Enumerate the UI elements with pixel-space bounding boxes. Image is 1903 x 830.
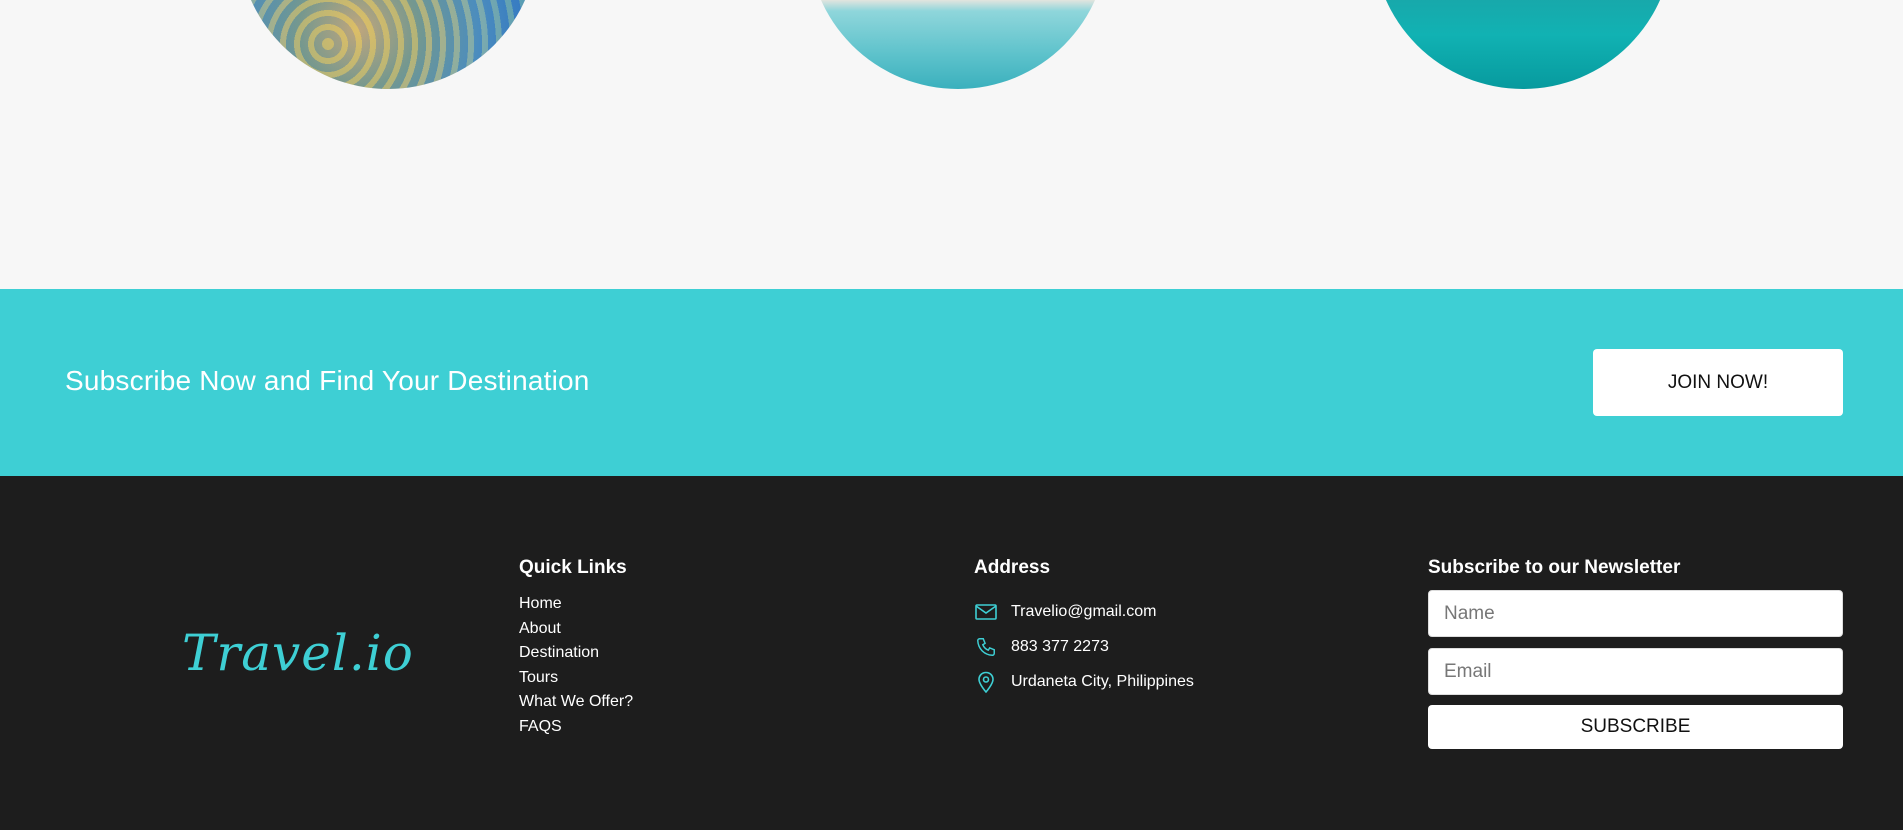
address-phone-row: 883 377 2273 [974, 629, 1194, 664]
address-list: Travelio@gmail.com 883 377 2273 Urdaneta… [974, 594, 1194, 699]
banner-title: Subscribe Now and Find Your Destination [65, 365, 590, 396]
address-location: Urdaneta City, Philippines [1011, 672, 1194, 690]
phone-icon [974, 635, 998, 659]
subscribe-banner: Subscribe Now and Find Your Destination … [0, 289, 1903, 476]
quick-link-about[interactable]: About [519, 617, 633, 642]
address-location-row: Urdaneta City, Philippines [974, 664, 1194, 699]
footer-logo[interactable]: Travel.io [182, 624, 414, 682]
destination-image-reef[interactable] [238, 0, 538, 89]
mail-icon [974, 600, 998, 624]
quick-link-home[interactable]: Home [519, 592, 633, 617]
quick-link-what-we-offer[interactable]: What We Offer? [519, 690, 633, 715]
address-email-row: Travelio@gmail.com [974, 594, 1194, 629]
destination-image-resort[interactable] [1373, 0, 1673, 89]
quick-links-title: Quick Links [519, 557, 627, 578]
quick-link-faqs[interactable]: FAQS [519, 715, 633, 740]
address-title: Address [974, 557, 1051, 578]
newsletter-email-input[interactable] [1428, 648, 1843, 695]
subscribe-button[interactable]: SUBSCRIBE [1428, 705, 1843, 749]
quick-link-destination[interactable]: Destination [519, 641, 633, 666]
quick-link-tours[interactable]: Tours [519, 666, 633, 691]
newsletter-title: Subscribe to our Newsletter [1428, 557, 1681, 578]
join-now-button[interactable]: JOIN NOW! [1593, 349, 1843, 416]
quick-links-list: Home About Destination Tours What We Off… [519, 592, 633, 739]
destination-gallery [0, 0, 1903, 289]
address-phone: 883 377 2273 [1011, 637, 1109, 655]
location-pin-icon [974, 670, 998, 694]
footer: Travel.io Quick Links Home About Destina… [0, 476, 1903, 830]
address-email: Travelio@gmail.com [1011, 602, 1157, 620]
destination-image-beach[interactable] [808, 0, 1108, 89]
newsletter-name-input[interactable] [1428, 590, 1843, 637]
